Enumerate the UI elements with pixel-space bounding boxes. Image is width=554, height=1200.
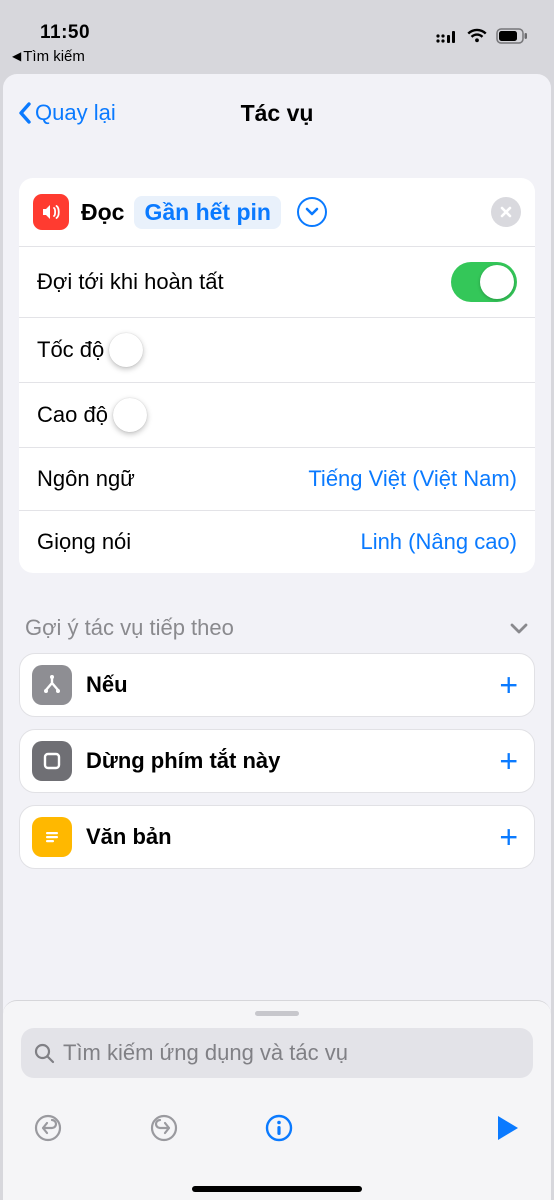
language-value: Tiếng Việt (Việt Nam) — [308, 466, 517, 492]
action-header: Đọc Gần hết pin — [19, 178, 535, 246]
speed-label: Tốc độ — [37, 337, 104, 363]
chevron-down-icon — [509, 621, 529, 635]
suggestion-item[interactable]: Nếu + — [19, 653, 535, 717]
expand-parameters-button[interactable] — [297, 197, 327, 227]
home-indicator[interactable] — [192, 1186, 362, 1192]
cellular-icon — [436, 29, 458, 43]
variable-token[interactable]: Gần hết pin — [134, 196, 281, 229]
language-label: Ngôn ngữ — [37, 466, 135, 492]
voice-value: Linh (Nâng cao) — [360, 529, 517, 555]
action-card: Đọc Gần hết pin Đợi tới khi hoàn tất — [19, 178, 535, 573]
voice-label: Giọng nói — [37, 529, 131, 555]
wait-label: Đợi tới khi hoàn tất — [37, 269, 224, 295]
x-icon — [499, 205, 513, 219]
return-to-search-label: Tìm kiếm — [23, 48, 85, 65]
suggestion-item[interactable]: Dừng phím tắt này + — [19, 729, 535, 793]
status-indicators — [436, 28, 528, 44]
suggestion-item[interactable]: Văn bản + — [19, 805, 535, 869]
sheet-grabber[interactable] — [255, 1011, 299, 1016]
speak-icon — [33, 194, 69, 230]
return-to-search[interactable]: ◀ Tìm kiếm — [0, 46, 554, 66]
nav-header: Quay lại Tác vụ — [3, 88, 551, 138]
suggestions-header[interactable]: Gợi ý tác vụ tiếp theo — [25, 615, 529, 641]
suggestion-label: Văn bản — [86, 824, 172, 850]
wait-toggle[interactable] — [451, 262, 517, 302]
row-wait-until-finished: Đợi tới khi hoàn tất — [19, 247, 535, 317]
row-language[interactable]: Ngôn ngữ Tiếng Việt (Việt Nam) — [19, 448, 535, 510]
editor-toolbar — [3, 1100, 551, 1156]
stop-icon — [32, 741, 72, 781]
row-voice[interactable]: Giọng nói Linh (Nâng cao) — [19, 511, 535, 573]
back-button[interactable]: Quay lại — [17, 100, 116, 126]
play-icon — [495, 1113, 521, 1143]
add-suggestion-button[interactable]: + — [499, 667, 518, 704]
redo-icon — [149, 1113, 179, 1143]
page-title: Tác vụ — [241, 100, 314, 127]
info-button[interactable] — [264, 1113, 294, 1143]
run-button[interactable] — [495, 1113, 521, 1143]
clear-action-button[interactable] — [491, 197, 521, 227]
add-suggestion-button[interactable]: + — [499, 743, 518, 780]
chevron-left-icon — [17, 101, 33, 125]
suggestions-title: Gợi ý tác vụ tiếp theo — [25, 615, 234, 641]
action-verb: Đọc — [81, 199, 124, 226]
suggestion-label: Nếu — [86, 672, 128, 698]
status-bar: 11:50 — [0, 0, 554, 46]
wifi-icon — [466, 28, 488, 44]
undo-button[interactable] — [33, 1113, 63, 1143]
status-time: 11:50 — [40, 22, 90, 44]
suggestion-label: Dừng phím tắt này — [86, 748, 280, 774]
battery-icon — [496, 28, 528, 44]
suggestions-list: Nếu + Dừng phím tắt này + Văn bản + — [19, 653, 535, 869]
row-speed: Tốc độ — [19, 318, 535, 382]
redo-button[interactable] — [149, 1113, 179, 1143]
back-triangle-icon: ◀ — [12, 49, 21, 63]
back-button-label: Quay lại — [35, 100, 116, 126]
chevron-down-icon — [305, 207, 319, 217]
row-pitch: Cao độ — [19, 383, 535, 447]
undo-icon — [33, 1113, 63, 1143]
text-icon — [32, 817, 72, 857]
add-suggestion-button[interactable]: + — [499, 819, 518, 856]
branch-icon — [32, 665, 72, 705]
info-icon — [264, 1113, 294, 1143]
search-icon — [33, 1042, 55, 1064]
search-input[interactable]: Tìm kiếm ứng dụng và tác vụ — [21, 1028, 533, 1078]
search-placeholder: Tìm kiếm ứng dụng và tác vụ — [63, 1040, 348, 1066]
bottom-sheet: Tìm kiếm ứng dụng và tác vụ — [3, 1000, 551, 1200]
pitch-label: Cao độ — [37, 402, 108, 428]
